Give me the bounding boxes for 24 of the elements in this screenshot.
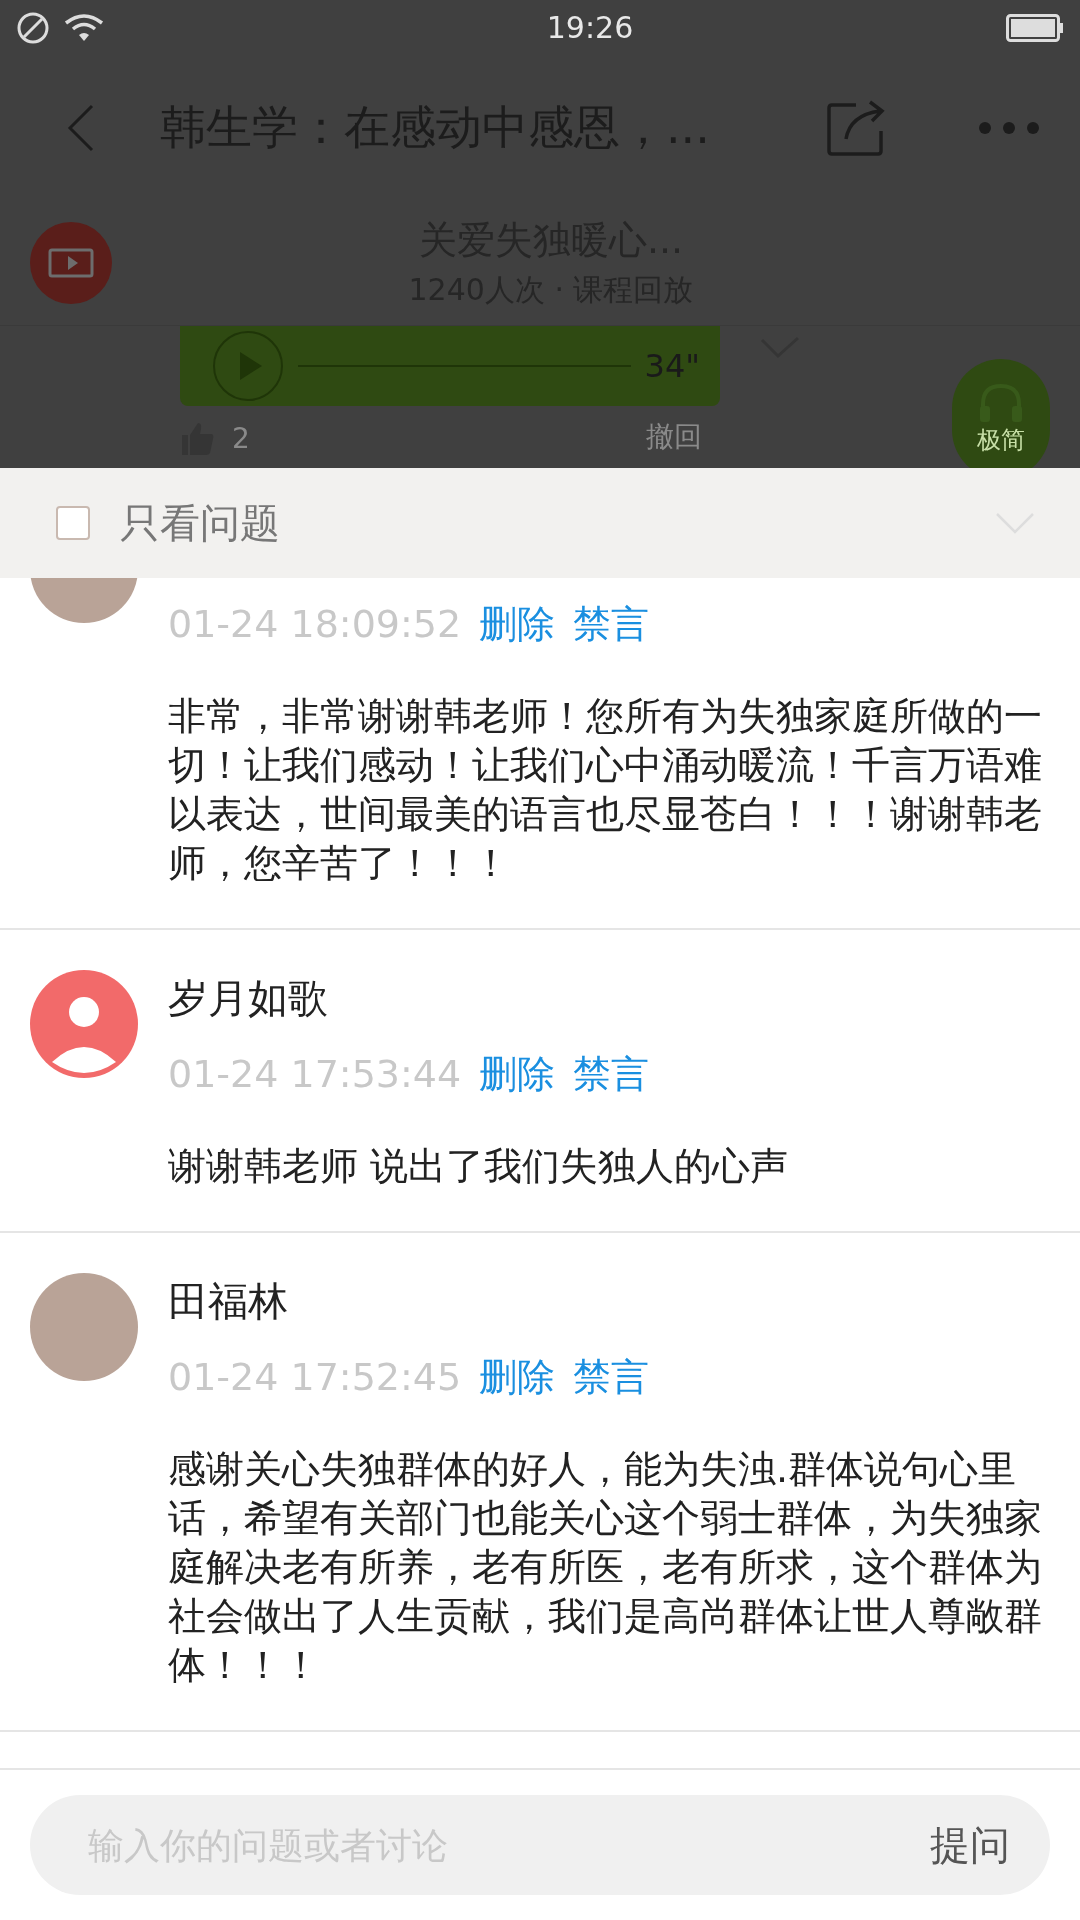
back-icon[interactable] <box>66 102 96 153</box>
user-name: 田福林 <box>168 1277 289 1326</box>
action-link[interactable]: 禁言 <box>573 1351 650 1403</box>
listen-mode-button[interactable]: 极简 <box>952 359 1050 468</box>
ask-button[interactable]: 提问 <box>930 1817 1010 1873</box>
action-link[interactable]: 删除 <box>479 1048 556 1100</box>
action-link[interactable]: 禁言 <box>573 1048 650 1100</box>
like-count: 2 <box>232 421 250 455</box>
comment-text: 谢谢韩老师 说出了我们失独人的心声 <box>168 1143 790 1190</box>
action-link[interactable]: 禁言 <box>573 598 650 650</box>
channel-logo-icon <box>30 221 112 304</box>
wifi-icon <box>64 12 104 43</box>
default-avatar-icon <box>30 970 138 1078</box>
comment-text: 非常，非常谢谢韩老师！您所有为失独家庭所做的一切！让我们感动！让我们心中涌动暖流！千言万语难以表达，世间最美的语言也尽显苍白！！！谢谢韩老师，您辛苦了！！！ <box>168 693 1043 887</box>
do-not-disturb-icon <box>16 10 50 45</box>
recall-link[interactable]: 撤回 <box>646 418 702 456</box>
checkbox[interactable] <box>56 506 90 540</box>
action-link[interactable]: 删除 <box>479 598 556 650</box>
more-icon[interactable] <box>978 120 1040 135</box>
user-name: 岁月如歌 <box>168 974 329 1023</box>
action-link[interactable]: 删除 <box>479 1351 556 1403</box>
battery-icon <box>1006 13 1064 42</box>
status-time: 19:26 <box>545 10 635 45</box>
comment-text: 感谢关心失独群体的好人，能为失浊.群体说句心里话，希望有关部门也能关心这个弱士群体，为失独家庭解决老有所养，老有所医，老有所求，这个群体为社会做出了人生贡献，我们是高尚群体让世人尊敞群体！！！ <box>168 1446 1043 1689</box>
